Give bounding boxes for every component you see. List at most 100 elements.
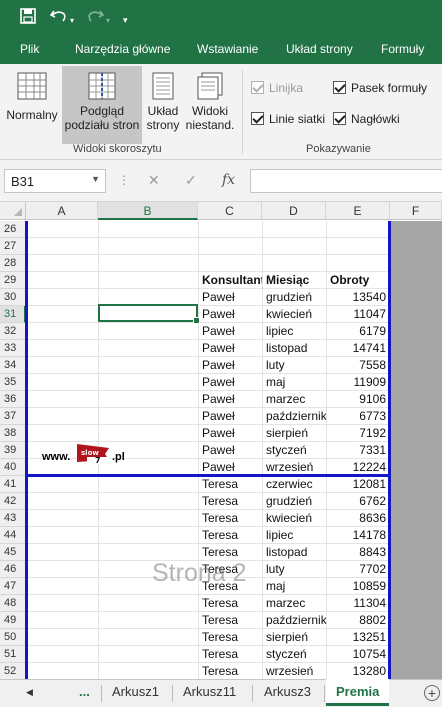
sheet-tab-arkusz1[interactable]: Arkusz1: [112, 684, 159, 699]
table-cell[interactable]: 8802: [327, 612, 389, 629]
table-cell[interactable]: wrzesień: [263, 663, 326, 679]
table-cell[interactable]: styczeń: [263, 646, 326, 663]
table-cell[interactable]: listopad: [263, 340, 326, 357]
tab-home[interactable]: Narzędzia główne: [75, 42, 170, 56]
active-cell-b31[interactable]: [98, 304, 200, 324]
table-cell[interactable]: listopad: [263, 544, 326, 561]
row-header-43[interactable]: 43: [0, 510, 26, 527]
row-header-47[interactable]: 47: [0, 578, 26, 595]
table-header-cell[interactable]: Obroty: [327, 272, 389, 289]
table-header-cell[interactable]: Konsultant: [199, 272, 262, 289]
custom-views-button[interactable]: Widoki niestand.: [184, 66, 236, 144]
add-sheet-icon[interactable]: +: [424, 685, 440, 701]
normal-view-button[interactable]: Normalny: [3, 66, 61, 144]
table-cell[interactable]: sierpień: [263, 629, 326, 646]
table-cell[interactable]: 7192: [327, 425, 389, 442]
save-icon[interactable]: [20, 8, 36, 29]
page-break-left[interactable]: [25, 221, 28, 679]
table-cell[interactable]: Teresa: [199, 629, 262, 646]
more-sheets-ellipsis[interactable]: ...: [79, 684, 90, 699]
row-header-50[interactable]: 50: [0, 629, 26, 646]
row-header-35[interactable]: 35: [0, 374, 26, 391]
tab-insert[interactable]: Wstawianie: [197, 42, 258, 56]
row-header-36[interactable]: 36: [0, 391, 26, 408]
undo-icon[interactable]: [49, 8, 68, 29]
table-cell[interactable]: 13280: [327, 663, 389, 679]
table-cell[interactable]: grudzień: [263, 493, 326, 510]
table-cell[interactable]: październik: [263, 612, 326, 629]
table-cell[interactable]: 10754: [327, 646, 389, 663]
table-cell[interactable]: Teresa: [199, 493, 262, 510]
row-header-51[interactable]: 51: [0, 646, 26, 663]
row-header-46[interactable]: 46: [0, 561, 26, 578]
table-cell[interactable]: czerwiec: [263, 476, 326, 493]
table-cell[interactable]: marzec: [263, 595, 326, 612]
headings-checkbox[interactable]: Nagłówki: [333, 112, 400, 126]
cancel-icon[interactable]: ✕: [148, 172, 160, 189]
row-header-26[interactable]: 26: [0, 221, 26, 238]
row-header-33[interactable]: 33: [0, 340, 26, 357]
column-header-e[interactable]: E: [326, 202, 390, 220]
row-header-31[interactable]: 31: [0, 306, 26, 323]
table-cell[interactable]: maj: [263, 578, 326, 595]
table-cell[interactable]: 7702: [327, 561, 389, 578]
table-cell[interactable]: Paweł: [199, 289, 262, 306]
worksheet-grid[interactable]: A B C D E F 26 27 28 29 30 31 32 33 34 35 36 37 38 39…: [0, 202, 442, 679]
column-header-b[interactable]: B: [98, 202, 198, 220]
table-cell[interactable]: Teresa: [199, 663, 262, 679]
row-header-40[interactable]: 40: [0, 459, 26, 476]
table-cell[interactable]: Paweł: [199, 425, 262, 442]
prev-sheet-icon[interactable]: ◀: [26, 687, 33, 698]
row-header-32[interactable]: 32: [0, 323, 26, 340]
column-header-a[interactable]: A: [26, 202, 98, 220]
column-header-c[interactable]: C: [198, 202, 262, 220]
table-cell[interactable]: lipiec: [263, 323, 326, 340]
table-cell[interactable]: 6179: [327, 323, 389, 340]
row-header-30[interactable]: 30: [0, 289, 26, 306]
table-cell[interactable]: Teresa: [199, 612, 262, 629]
table-cell[interactable]: Paweł: [199, 374, 262, 391]
table-cell[interactable]: grudzień: [263, 289, 326, 306]
table-cell[interactable]: luty: [263, 561, 326, 578]
column-header-d[interactable]: D: [262, 202, 326, 220]
table-cell[interactable]: październik: [263, 408, 326, 425]
page-layout-view-button[interactable]: Układ strony: [144, 66, 182, 144]
formula-input[interactable]: [250, 169, 442, 193]
table-cell[interactable]: Teresa: [199, 510, 262, 527]
page-break-preview-button[interactable]: Podgląd podziału stron: [62, 66, 142, 144]
sheet-tab-arkusz3[interactable]: Arkusz3: [264, 684, 311, 699]
row-header-45[interactable]: 45: [0, 544, 26, 561]
name-box[interactable]: B31 ▼: [4, 169, 106, 193]
row-header-41[interactable]: 41: [0, 476, 26, 493]
select-all-corner[interactable]: [0, 202, 26, 220]
row-header-38[interactable]: 38: [0, 425, 26, 442]
row-header-37[interactable]: 37: [0, 408, 26, 425]
table-cell[interactable]: 7558: [327, 357, 389, 374]
tab-page-layout[interactable]: Układ strony: [286, 42, 353, 56]
table-cell[interactable]: Paweł: [199, 323, 262, 340]
table-cell[interactable]: Paweł: [199, 391, 262, 408]
table-cell[interactable]: styczeń: [263, 442, 326, 459]
table-cell[interactable]: Paweł: [199, 306, 262, 323]
table-cell[interactable]: 13251: [327, 629, 389, 646]
table-cell[interactable]: Paweł: [199, 340, 262, 357]
table-cell[interactable]: 9106: [327, 391, 389, 408]
page-break-horizontal[interactable]: [26, 474, 390, 477]
sheet-tab-premia[interactable]: Premia: [326, 679, 390, 706]
page-break-right[interactable]: [388, 221, 391, 679]
table-cell[interactable]: 14741: [327, 340, 389, 357]
chevron-down-icon[interactable]: ▼: [91, 174, 100, 184]
table-cell[interactable]: maj: [263, 374, 326, 391]
row-header-28[interactable]: 28: [0, 255, 26, 272]
row-header-39[interactable]: 39: [0, 442, 26, 459]
table-cell[interactable]: 11909: [327, 374, 389, 391]
table-cell[interactable]: 13540: [327, 289, 389, 306]
row-header-42[interactable]: 42: [0, 493, 26, 510]
table-cell[interactable]: 10859: [327, 578, 389, 595]
row-header-52[interactable]: 52: [0, 663, 26, 679]
row-header-48[interactable]: 48: [0, 595, 26, 612]
table-cell[interactable]: kwiecień: [263, 510, 326, 527]
table-cell[interactable]: Paweł: [199, 442, 262, 459]
table-cell[interactable]: Teresa: [199, 595, 262, 612]
tab-formulas[interactable]: Formuły: [381, 42, 424, 56]
